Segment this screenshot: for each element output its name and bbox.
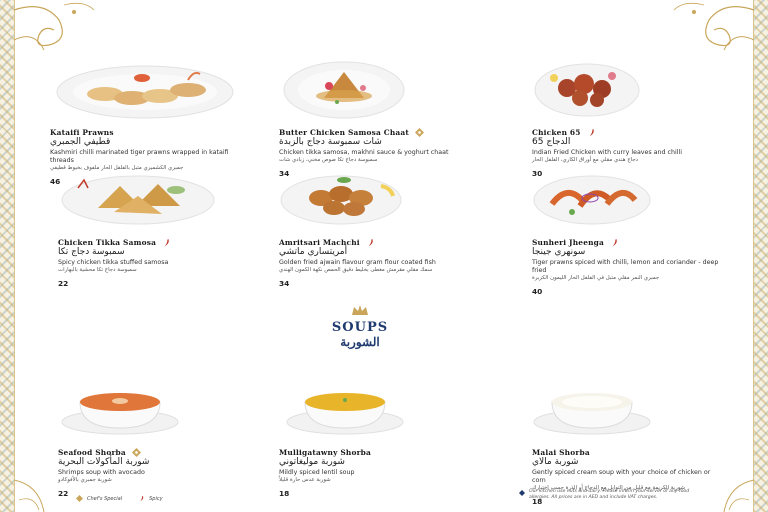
dish-card: Sunheri Jheenga سونهري جينجا Tiger prawn… xyxy=(532,168,722,296)
dish-description-ar: سمبوسة دجاج تكا صوص مخني، زبادي شات xyxy=(279,157,378,163)
soup-card: Seafood Shorba شوربة المأكولات البحرية S… xyxy=(58,378,248,498)
soup-card: Mulligatawny Shorba شوربة موليغاتوني Mil… xyxy=(279,378,469,498)
dish-description-ar: جمبري النمر مقلي متبل في الفلفل الحار ال… xyxy=(532,275,660,281)
dish-photo-sunheri-jheenga xyxy=(533,175,651,225)
soup-photo-malai-shorba xyxy=(533,393,651,435)
disclaimer-text: Our kitchen use nuts and dairy. Please i… xyxy=(529,489,690,500)
soup-name-en: Seafood Shorba xyxy=(58,448,126,457)
soup-name-en: Mulligatawny Shorba xyxy=(279,448,372,457)
chilli-icon xyxy=(140,495,144,502)
chef-special-icon xyxy=(131,448,141,457)
dish-price: 34 xyxy=(279,279,290,288)
chilli-icon xyxy=(164,238,169,247)
dish-name-en: Sunheri Jheenga xyxy=(532,238,605,247)
dish-name-ar: أمريتساري ماتشي xyxy=(279,247,348,257)
dish-description-en: Tiger prawns spiced with chilli, lemon a… xyxy=(532,259,719,274)
soup-description-en: Gently spiced cream soup with your choic… xyxy=(532,469,711,484)
left-decorative-border xyxy=(0,0,15,512)
dish-name-en: Amritsari Machchi xyxy=(279,238,360,247)
dish-card: Chicken Tikka Samosa سمبوسة دجاج تكا Spi… xyxy=(58,168,248,288)
soup-price: 18 xyxy=(279,489,290,498)
dish-description-ar: سمك مقلي مقرمش مغطى بخليط دقيق الحمص نكه… xyxy=(279,267,433,273)
soup-description-en: Mildly spiced lentil soup xyxy=(279,469,355,476)
soup-description-en: Shrimps soup with avocado xyxy=(58,469,145,476)
dish-name-en: Kataifi Prawns xyxy=(50,128,114,137)
soup-description-ar: شوربة عدس حارة قليلاً xyxy=(279,477,331,483)
soup-name-ar: شوربة المأكولات البحرية xyxy=(58,457,150,467)
dish-name-en: Butter Chicken Samosa Chaat xyxy=(279,128,409,137)
soups-title-en: SOUPS xyxy=(331,320,389,335)
dish-photo-chicken-tikka-samosa xyxy=(61,175,215,225)
top-left-ornament xyxy=(14,2,95,51)
chilli-icon xyxy=(612,238,617,247)
dish-description-en: Chicken tikka samosa, makhni sauce & yog… xyxy=(279,149,449,156)
crown-ornament-icon xyxy=(352,305,368,315)
allergy-disclaimer: Our kitchen use nuts and dairy. Please i… xyxy=(519,489,709,501)
dish-description-en: Golden fried ajwain flavour gram flour c… xyxy=(279,259,436,266)
dish-name-ar: الدجاج 65 xyxy=(532,137,571,147)
dish-card: Chicken 65 الدجاج 65 Indian Fried Chicke… xyxy=(532,58,722,178)
dish-description-en: Kashmiri chilli marinated tiger prawns w… xyxy=(50,149,229,164)
dish-card: Butter Chicken Samosa Chaat شات سمبوسة د… xyxy=(279,58,469,178)
dish-card: Kataifi Prawns قطيفي الجمبري Kashmiri ch… xyxy=(50,58,240,186)
dish-name-ar: سونهري جينجا xyxy=(532,247,586,257)
soup-card: Malai Shorba شوربة مالاي Gently spiced c… xyxy=(532,378,722,506)
dish-photo-amritsari-machchi xyxy=(280,175,402,225)
soup-description-ar: شوربة جمبري بالأفوكادو xyxy=(58,477,112,483)
dish-name-en: Chicken Tikka Samosa xyxy=(58,238,157,247)
soup-photo-mulligatawny-shorba xyxy=(286,393,404,435)
legend: Chef's Special Spicy xyxy=(76,495,163,502)
info-diamond-icon xyxy=(519,490,525,496)
chef-special-icon xyxy=(415,128,424,137)
dish-photo-butter-chicken-samosa-chaat xyxy=(283,61,405,119)
dish-photo-chicken-65 xyxy=(534,63,640,117)
dish-name-en: Chicken 65 xyxy=(532,128,581,137)
dish-description-en: Spicy chicken tikka stuffed samosa xyxy=(58,259,169,266)
top-right-ornament xyxy=(673,2,754,51)
soup-name-en: Malai Shorba xyxy=(532,448,590,457)
dish-name-ar: شات سمبوسة دجاج بالزبدة xyxy=(279,137,382,147)
dish-photo-kataifi-prawns xyxy=(56,65,234,119)
soup-photo-seafood-shorba xyxy=(61,393,179,435)
right-decorative-border xyxy=(753,0,768,512)
soups-title-ar: الشوربة xyxy=(340,335,380,349)
legend-chef-special: Chef's Special xyxy=(87,495,123,502)
dish-price: 40 xyxy=(532,287,543,296)
dish-name-ar: سمبوسة دجاج تكا xyxy=(58,247,125,257)
dish-description-ar: دجاج هندي مقلي مع أوراق الكاري، الفلفل ا… xyxy=(532,157,639,163)
dish-price: 22 xyxy=(58,279,69,288)
soup-name-ar: شوربة موليغاتوني xyxy=(279,457,345,467)
menu-page: Kataifi Prawns قطيفي الجمبري Kashmiri ch… xyxy=(0,0,768,512)
legend-spicy: Spicy xyxy=(149,495,163,502)
chilli-icon xyxy=(589,128,594,137)
dish-card: Amritsari Machchi أمريتساري ماتشي Golden… xyxy=(279,168,469,288)
chef-special-icon xyxy=(76,495,83,502)
soups-section-title: SOUPS الشوربة xyxy=(300,320,420,349)
soup-name-ar: شوربة مالاي xyxy=(532,457,579,467)
dish-description-ar: سمبوسة دجاج تكا محشية بالبهارات xyxy=(58,267,137,273)
dish-name-ar: قطيفي الجمبري xyxy=(50,137,111,147)
chilli-icon xyxy=(368,238,373,247)
dish-description-en: Indian Fried Chicken with curry leaves a… xyxy=(532,149,682,156)
